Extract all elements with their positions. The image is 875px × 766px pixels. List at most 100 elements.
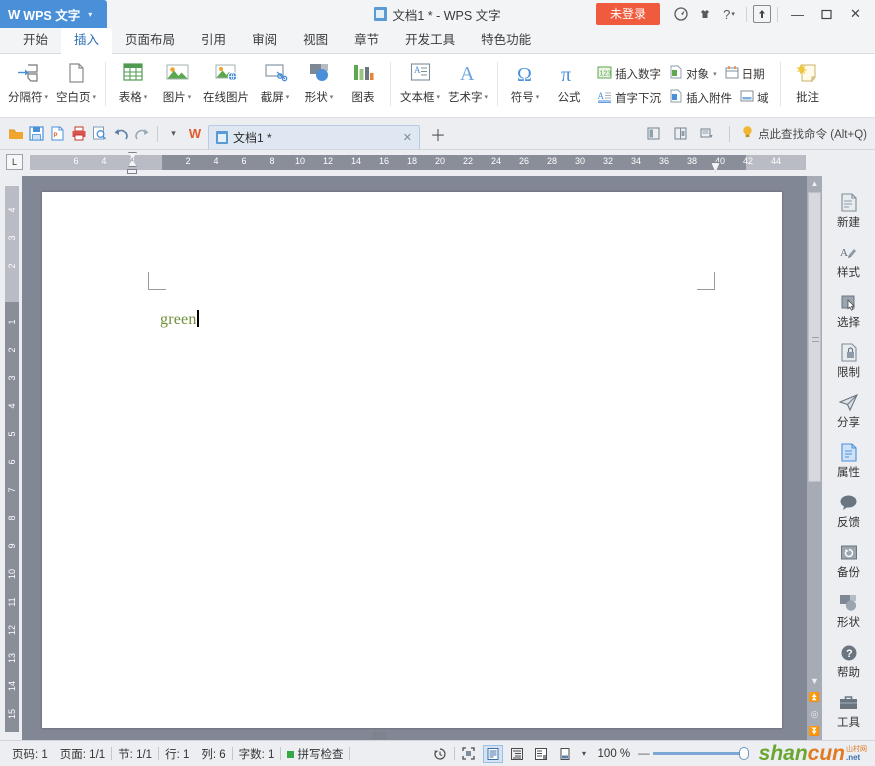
ribbon-button-formula[interactable]: π 公式 [547, 56, 591, 105]
sidebar-item-styles[interactable]: A 样式 [822, 236, 875, 286]
sidebar-item-shape[interactable]: 形状 [822, 586, 875, 636]
document-text[interactable]: green [160, 310, 199, 329]
chevron-down-icon[interactable]: ▾ [713, 70, 717, 78]
sidebar-item-restrict[interactable]: 限制 [822, 336, 875, 386]
scrollbar-thumb[interactable] [808, 192, 821, 482]
web-view-button[interactable] [531, 745, 551, 763]
ribbon-label: 公式 [558, 89, 581, 105]
ribbon-button-object[interactable]: 对象 ▾ [665, 62, 721, 86]
reading-view-button[interactable] [555, 745, 575, 763]
chevron-down-icon[interactable]: ▾ [88, 10, 92, 19]
ribbon-button-drop-cap[interactable]: A 首字下沉 [593, 86, 665, 110]
status-spellcheck[interactable]: 拼写检查 [281, 746, 349, 762]
print-preview-button[interactable] [89, 123, 110, 145]
upload-icon[interactable] [753, 5, 771, 23]
ribbon-button-chart[interactable]: 图表 [341, 56, 385, 105]
horizontal-ruler[interactable]: L 6 4 2 2 4 6 8 10 12 14 16 18 20 22 24 … [0, 150, 875, 176]
outline-view-button[interactable] [507, 745, 527, 763]
zoom-knob[interactable] [739, 747, 749, 760]
login-button[interactable]: 未登录 [596, 3, 660, 25]
ribbon-button-separator[interactable]: 分隔符▾ [4, 56, 52, 105]
save-button[interactable] [26, 123, 47, 145]
sidebar-item-share[interactable]: 分享 [822, 386, 875, 436]
more-options-icon[interactable] [697, 123, 718, 145]
tab-view[interactable]: 视图 [290, 28, 341, 53]
ribbon-button-field[interactable]: 域 [736, 86, 773, 110]
sidebar-item-tools[interactable]: 工具 [822, 686, 875, 736]
task-pane-sidebar: 新建 A 样式 选择 限制 分享 [822, 176, 875, 740]
ribbon-button-blank-page[interactable]: 空白页▾ [52, 56, 100, 105]
ribbon-button-date[interactable]: 日期 [721, 62, 769, 86]
ruler-track: 6 4 2 2 4 6 8 10 12 14 16 18 20 22 24 26… [30, 155, 806, 170]
redo-button[interactable] [131, 123, 152, 145]
help-icon[interactable]: ?▾ [718, 3, 740, 25]
sidebar-item-feedback[interactable]: 反馈 [822, 486, 875, 536]
sidebar-item-backup[interactable]: 备份 [822, 536, 875, 586]
history-icon[interactable] [430, 745, 450, 763]
app-menu-tab[interactable]: W WPS 文字 ▾ [0, 0, 107, 28]
new-tab-button[interactable]: ＋ [430, 122, 446, 146]
ribbon-button-attachment[interactable]: 插入附件 [665, 86, 736, 110]
scroll-up-arrow-icon[interactable]: ▲ [807, 176, 822, 191]
ribbon-button-symbol[interactable]: Ω 符号▾ [503, 56, 547, 105]
ribbon-button-picture[interactable]: 图片▾ [155, 56, 199, 105]
tab-references[interactable]: 引用 [188, 28, 239, 53]
page-view-button[interactable] [483, 745, 503, 763]
sidebar-item-properties[interactable]: 属性 [822, 436, 875, 486]
document-tab[interactable]: 文档1 * ✕ [208, 125, 420, 149]
left-indent-marker[interactable] [127, 169, 137, 174]
next-page-button[interactable]: ⏬ [807, 723, 822, 740]
ribbon-label: 表格 [119, 92, 142, 104]
zoom-track[interactable] [653, 752, 749, 755]
page-view-icon[interactable] [670, 123, 691, 145]
vertical-scrollbar[interactable]: ▲ ▼ ⏫ ◎ ⏬ [807, 176, 822, 740]
status-word-count[interactable]: 字数: 1 [233, 746, 281, 762]
sidebar-item-help[interactable]: ? 帮助 [822, 636, 875, 686]
tab-features[interactable]: 特色功能 [468, 28, 544, 53]
ribbon-button-textbox[interactable]: A 文本框▾ [396, 56, 444, 105]
open-button[interactable] [5, 123, 26, 145]
ribbon-button-shapes[interactable]: 形状▾ [297, 56, 341, 105]
compass-icon[interactable] [670, 3, 692, 25]
select-browse-object-button[interactable]: ◎ [807, 706, 822, 723]
document-icon [216, 131, 228, 144]
chevron-down-icon: ▾ [536, 94, 540, 101]
close-button[interactable]: ✕ [842, 2, 869, 26]
sidebar-item-new[interactable]: 新建 [822, 186, 875, 236]
tab-developer[interactable]: 开发工具 [392, 28, 468, 53]
maximize-button[interactable] [813, 2, 840, 26]
ribbon-button-table[interactable]: 表格▾ [111, 56, 155, 105]
ribbon-button-screenshot[interactable]: 截屏▾ [253, 56, 297, 105]
tab-sections[interactable]: 章节 [341, 28, 392, 53]
status-section: 节: 1/1 [112, 746, 158, 762]
minimize-button[interactable]: — [784, 2, 811, 26]
skin-icon[interactable] [694, 3, 716, 25]
restore-layout-icon[interactable] [643, 123, 664, 145]
tab-insert[interactable]: 插入 [61, 28, 112, 54]
ribbon-button-wordart[interactable]: A 艺术字▾ [444, 56, 492, 105]
sidebar-item-select[interactable]: 选择 [822, 286, 875, 336]
close-icon[interactable]: ✕ [403, 131, 412, 144]
search-command[interactable]: 点此查找命令 (Alt+Q) [741, 125, 867, 142]
previous-page-button[interactable]: ⏫ [807, 689, 822, 706]
document-page[interactable]: green [42, 192, 782, 728]
view-dropdown-button[interactable]: ▾ [579, 745, 590, 763]
print-button[interactable] [68, 123, 89, 145]
undo-button[interactable] [110, 123, 131, 145]
zoom-slider[interactable]: — [638, 748, 749, 760]
tab-page-layout[interactable]: 页面布局 [112, 28, 188, 53]
export-pdf-button[interactable]: P [47, 123, 68, 145]
vertical-ruler[interactable]: 4 3 2 1 2 3 4 5 6 7 8 9 10 11 12 13 14 1… [0, 176, 22, 740]
zoom-out-button[interactable]: — [638, 748, 650, 760]
ribbon-label: 空白页 [56, 92, 91, 104]
ribbon-button-insert-number[interactable]: 123 插入数字 [593, 62, 665, 86]
tab-stop-selector[interactable]: L [6, 154, 23, 170]
tab-review[interactable]: 审阅 [239, 28, 290, 53]
fullscreen-view-button[interactable] [459, 745, 479, 763]
ribbon-button-online-picture[interactable]: 在线图片 [199, 56, 253, 105]
ribbon-button-comment[interactable]: 批注 [786, 56, 830, 105]
customize-qat-button[interactable]: ▾ [163, 123, 184, 145]
scroll-down-arrow-icon[interactable]: ▼ [807, 672, 822, 689]
document-canvas[interactable]: green [22, 176, 807, 740]
tab-start[interactable]: 开始 [10, 28, 61, 53]
